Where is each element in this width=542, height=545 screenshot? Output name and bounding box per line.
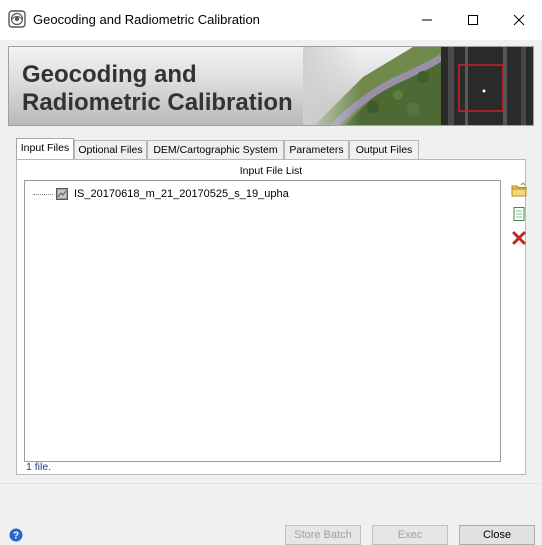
open-folder-icon[interactable]	[511, 182, 527, 198]
file-count: 1 file.	[26, 461, 52, 473]
minimize-icon	[422, 19, 432, 21]
minimize-button[interactable]	[404, 0, 450, 40]
file-name: IS_20170618_m_21_20170525_s_19_upha	[74, 188, 289, 200]
store-batch-button[interactable]: Store Batch	[285, 525, 361, 545]
tab-output-files[interactable]: Output Files	[349, 140, 419, 159]
raster-file-icon	[56, 188, 68, 200]
help-icon[interactable]: ?	[9, 528, 23, 542]
maximize-icon	[468, 15, 478, 25]
close-window-button[interactable]	[496, 0, 542, 40]
list-item[interactable]: IS_20170618_m_21_20170525_s_19_upha	[33, 187, 289, 201]
input-file-list-title: Input File List	[239, 165, 303, 177]
new-document-icon[interactable]	[511, 206, 527, 222]
header-banner: Geocoding and Radiometric Calibration	[8, 46, 534, 126]
delete-icon[interactable]	[511, 230, 527, 246]
banner-title: Geocoding and Radiometric Calibration	[22, 61, 293, 116]
app-icon	[8, 10, 26, 28]
divider	[0, 483, 542, 484]
tab-input-files[interactable]: Input Files	[16, 138, 74, 160]
tree-connector	[33, 193, 53, 195]
close-button[interactable]: Close	[459, 525, 535, 545]
satellite-imagery-image	[303, 47, 533, 125]
close-icon	[513, 14, 525, 26]
input-files-panel: Input File List IS_20170618_m_21_2017052…	[16, 159, 527, 475]
tab-optional-files[interactable]: Optional Files	[74, 140, 147, 159]
input-file-list[interactable]: IS_20170618_m_21_20170525_s_19_upha	[24, 180, 501, 462]
maximize-button[interactable]	[450, 0, 496, 40]
tab-parameters[interactable]: Parameters	[284, 140, 349, 159]
exec-button[interactable]: Exec	[372, 525, 448, 545]
window-title: Geocoding and Radiometric Calibration	[33, 12, 260, 27]
title-bar: Geocoding and Radiometric Calibration	[0, 0, 542, 40]
svg-text:?: ?	[13, 531, 19, 542]
tab-dem-cartographic-system[interactable]: DEM/Cartographic System	[147, 140, 284, 159]
